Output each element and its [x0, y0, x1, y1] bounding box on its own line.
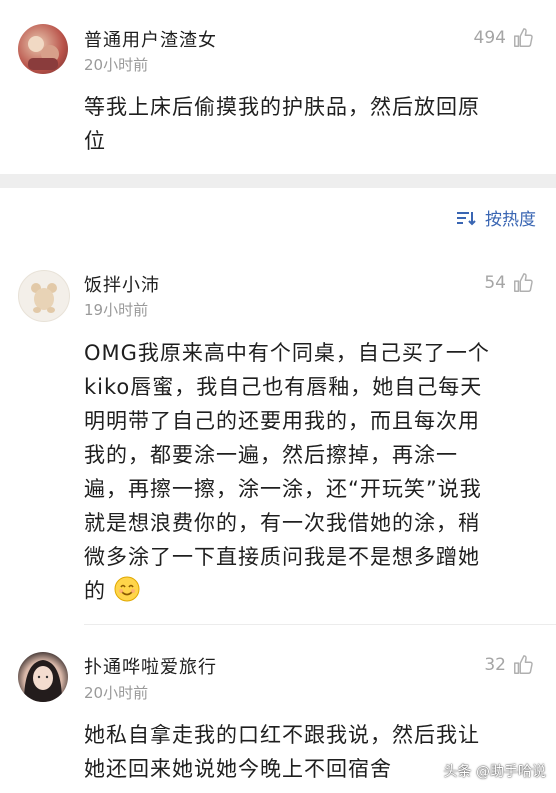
comment-line: OMG我原来高中有个同桌，自己买了一个 — [84, 341, 490, 365]
thumbs-up-icon — [514, 28, 533, 47]
username[interactable]: 普通用户渣渣女 — [84, 26, 217, 52]
section-separator — [0, 174, 556, 188]
thumbs-up-icon — [514, 273, 533, 292]
bear-icon — [31, 283, 57, 313]
watermark: 头条 @助手哈说 — [443, 764, 546, 780]
comment-line: 明明带了自己的还要用我的，而且每次用 — [84, 409, 480, 433]
avatar[interactable] — [18, 24, 68, 74]
like-count: 54 — [484, 273, 506, 293]
comment-line: 位 — [84, 129, 106, 153]
avatar[interactable] — [18, 270, 70, 322]
timestamp: 19小时前 — [84, 301, 149, 319]
like-button[interactable]: 54 — [484, 272, 534, 294]
avatar[interactable] — [18, 652, 68, 702]
avatar-image-icon — [28, 36, 59, 70]
smiling-face-emoji-icon — [114, 576, 140, 602]
sort-icon — [457, 211, 476, 225]
comment-line: 微多涂了一下直接质问我是不是想多蹭她 — [84, 545, 480, 569]
comment-body: 等我上床后偷摸我的护肤品，然后放回原 位 — [84, 90, 534, 158]
comment-line: 她私自拿走我的口红不跟我说，然后我让 — [84, 723, 480, 747]
comment-body: OMG我原来高中有个同桌，自己买了一个 kiko唇蜜，我自己也有唇釉，她自己每天… — [84, 336, 534, 608]
like-button[interactable]: 32 — [484, 654, 534, 676]
sort-label: 按热度 — [485, 210, 536, 230]
like-count: 494 — [473, 28, 506, 48]
comment-line: 遍，再擦一擦，涂一涂，还“开玩笑”说我 — [84, 477, 482, 501]
timestamp: 20小时前 — [84, 56, 149, 74]
like-count: 32 — [484, 655, 506, 675]
comment-line: 的 — [84, 579, 106, 603]
thumbs-up-icon — [514, 655, 533, 674]
comment-line: 等我上床后偷摸我的护肤品，然后放回原 — [84, 95, 480, 119]
timestamp: 20小时前 — [84, 684, 149, 702]
comment-divider — [84, 624, 556, 625]
comment-line-last: 的 — [84, 574, 534, 608]
sort-button[interactable]: 按热度 — [455, 205, 536, 230]
profile-photo-icon — [24, 660, 62, 702]
like-button[interactable]: 494 — [474, 27, 534, 49]
username[interactable]: 扑通哗啦爱旅行 — [84, 653, 217, 679]
comment-line: kiko唇蜜，我自己也有唇釉，她自己每天 — [84, 375, 483, 399]
username[interactable]: 饭拌小沛 — [84, 271, 160, 297]
comment-line: 就是想浪费你的，有一次我借她的涂，稍 — [84, 511, 480, 535]
comment-line: 我的，都要涂一遍，然后擦掉，再涂一 — [84, 443, 458, 467]
